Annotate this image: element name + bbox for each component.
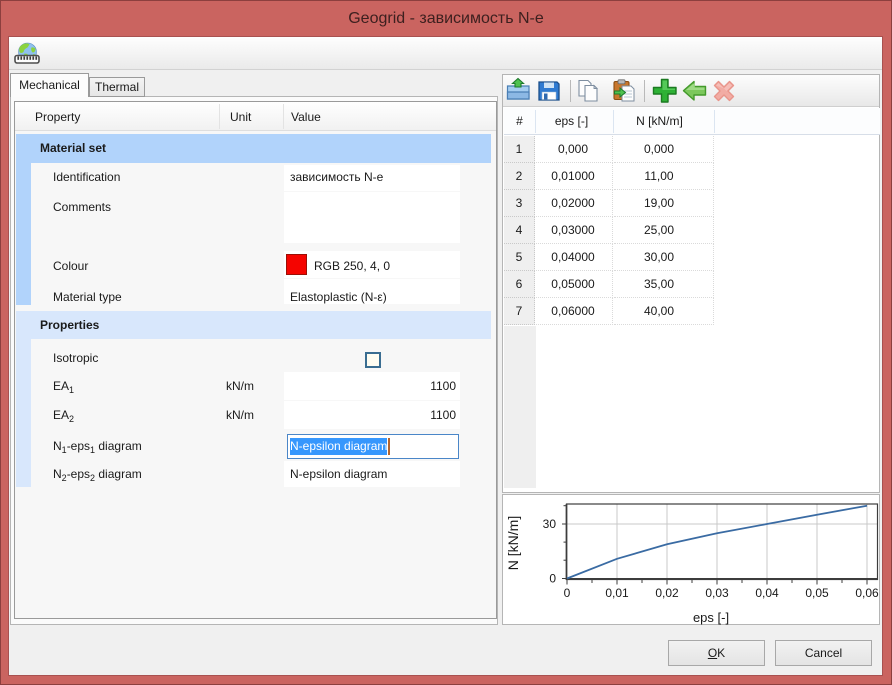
svg-text:eps [-]: eps [-]: [693, 610, 729, 625]
svg-text:30: 30: [543, 517, 557, 531]
svg-text:0,03: 0,03: [705, 586, 729, 600]
svg-text:0,04: 0,04: [755, 586, 779, 600]
svg-text:0,06: 0,06: [855, 586, 879, 600]
svg-text:0,01: 0,01: [605, 586, 629, 600]
svg-text:0,02: 0,02: [655, 586, 679, 600]
svg-text:0,05: 0,05: [805, 586, 829, 600]
svg-text:N [kN/m]: N [kN/m]: [505, 516, 521, 570]
svg-text:0: 0: [549, 572, 556, 586]
svg-text:0: 0: [564, 586, 571, 600]
